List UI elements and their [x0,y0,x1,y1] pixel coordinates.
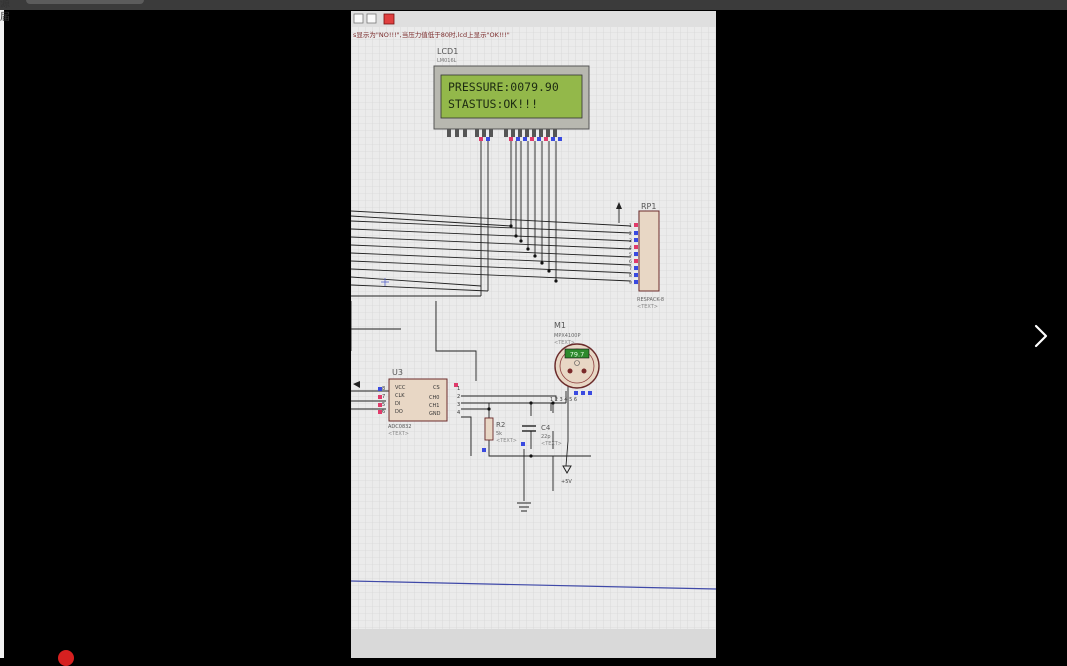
m1-pin-numbers: 1 2 3 4 5 6 [550,397,577,403]
edge-char-1: 源 [0,0,10,10]
header-note: s显示为"NO!!!",当压力值低于80时,lcd上显示"OK!!!" [353,30,510,39]
u3-pin-gnd: GND [429,411,441,417]
m1-component[interactable]: 79.7 [554,343,600,389]
page-edge-text: 源 届 [0,0,10,24]
c4-text: <TEXT> [541,441,562,447]
rp1-pin-label: 6 [629,259,632,265]
chevron-right-icon [1034,324,1048,348]
lcd-model: LM016L [437,58,457,64]
m1-display-value: 79.7 [570,351,584,359]
m1-model: MPX4100P [554,333,581,339]
u3-text: <TEXT> [388,431,409,437]
u3-pin-num: 3 [457,402,460,408]
lcd-line-2: STASTUS:OK!!! [448,97,538,111]
u3-pin-num: 6 [382,409,385,415]
u3-pin-num: 7 [382,394,385,400]
toolbar-save-icon[interactable] [383,13,395,25]
rp1-pin-label: 8 [629,273,632,279]
supply-label: +5V [561,479,572,485]
u3-pin-num: 1 [457,386,460,392]
rp1-ref: RP1 [641,202,656,211]
u3-pin-clk: CLK [395,393,405,399]
u3-pin-num: 8 [382,386,385,392]
c4-ref: C4 [541,424,551,432]
u3-pin-cs: CS [433,385,440,391]
u3-ref: U3 [392,368,403,377]
u3-pin-ch0: CH0 [429,395,439,401]
rp1-pin-label: 3 [629,238,632,244]
u3-pin-vcc: VCC [395,385,406,391]
rp1-pin-label: 9 [629,280,632,286]
lcd-line-1: PRESSURE:0079.90 [448,80,559,94]
r2-text: <TEXT> [496,438,517,444]
lcd-ref: LCD1 [437,47,458,56]
r2-value: 5k [496,431,502,437]
page-edge-strip [0,10,4,658]
toolbar [351,11,716,27]
toolbar-open-icon[interactable] [366,13,377,24]
u3-pin-num: 2 [457,394,460,400]
u3-pin-num: 5 [382,402,385,408]
next-button[interactable] [1024,316,1058,356]
status-bar [351,629,716,658]
schematic-photo: s显示为"NO!!!",当压力值低于80时,lcd上显示"OK!!!" LCD1… [351,11,716,658]
m1-pins [574,391,592,395]
rp1-pin-label: 4 [629,245,632,251]
c4-value: 22p [541,434,551,440]
u3-model: ADC0832 [388,424,412,430]
u3-pin-num: 4 [457,410,460,416]
rp1-pin-label: 1 [629,223,632,229]
u3-pin-di: DI [395,401,400,407]
u3-pin-do: DO [395,409,403,415]
media-viewer: s显示为"NO!!!",当压力值低于80时,lcd上显示"OK!!!" LCD1… [351,11,716,658]
rp1-pin-numbers: 1 2 3 4 5 6 7 8 9 [629,223,632,286]
rp1-pin-label: 7 [629,266,632,272]
m1-ref: M1 [554,321,566,330]
u3-pin-ch1: CH1 [429,403,439,409]
rp1-text: <TEXT> [637,304,658,310]
edge-char-2: 届 [0,12,10,23]
r2-ref: R2 [496,421,505,429]
rp1-pin-label: 2 [629,231,632,237]
record-dot-icon[interactable] [58,650,74,666]
toolbar-new-icon[interactable] [353,13,364,24]
lcd-component[interactable]: PRESSURE:0079.90 STASTUS:OK!!! [433,65,590,130]
browser-top-bar [0,0,1067,10]
rp1-model: RESPACK-8 [637,297,664,303]
browser-tab[interactable] [26,0,144,4]
rp1-pin-label: 5 [629,252,632,258]
